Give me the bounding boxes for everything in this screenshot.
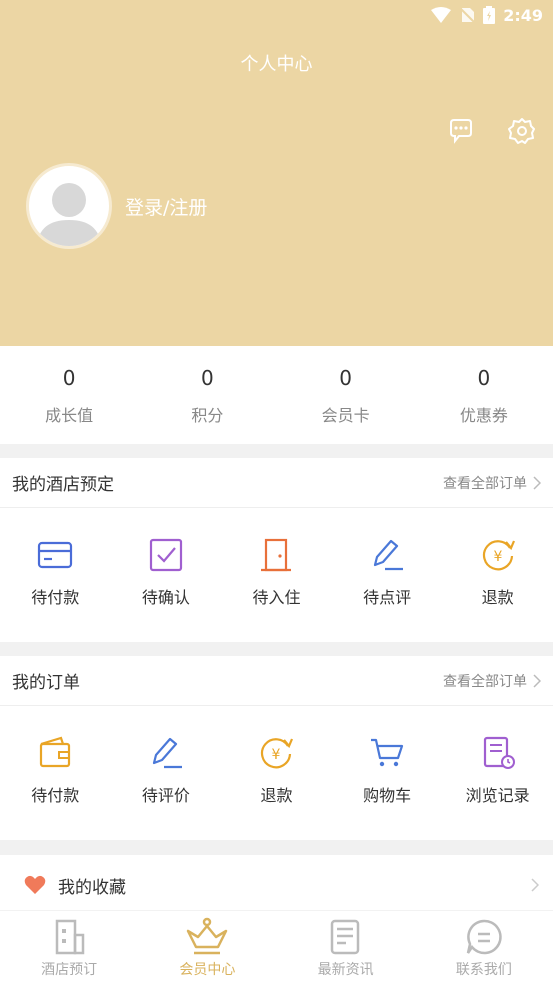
building-icon [55,919,85,955]
grid-label: 退款 [481,588,514,607]
page-title: 个人中心 [240,54,313,75]
grid-label: 退款 [260,786,293,805]
stat-label: 会员卡 [321,406,370,425]
grid-label: 待点评 [363,588,412,607]
hotel-pending-review[interactable]: 待点评 [332,538,443,608]
wallet-icon [40,736,71,768]
status-time: 2:49 [503,5,543,25]
stat-label: 优惠券 [459,406,508,425]
tab-label: 联系我们 [455,962,512,978]
message-icon[interactable] [447,117,475,145]
tab-latest-news[interactable]: 最新资讯 [277,911,415,983]
stat-label: 积分 [191,406,224,425]
tab-label: 酒店预订 [41,962,98,978]
hotel-pending-checkin[interactable]: 待入住 [221,538,332,608]
hotel-pending-confirm[interactable]: 待确认 [111,538,222,608]
login-register-link[interactable]: 登录/注册 [125,193,207,220]
chevron-right-icon [531,878,539,892]
stat-points[interactable]: 0 积分 [138,346,276,444]
bottom-tab-bar: 酒店预订 会员中心 最新资讯 联系我们 [0,910,553,983]
grid-label: 浏览记录 [465,786,530,805]
chevron-right-icon [533,673,541,688]
stat-coupons[interactable]: 0 优惠券 [415,346,553,444]
avatar[interactable] [26,163,112,249]
tab-contact-us[interactable]: 联系我们 [415,911,553,983]
link-label: 查看全部订单 [443,673,527,690]
card-header: 我的订单 查看全部订单 [0,656,553,706]
tab-hotel-booking[interactable]: 酒店预订 [0,911,138,983]
card-title: 我的订单 [12,673,80,693]
chat-icon [466,919,502,955]
stat-growth[interactable]: 0 成长值 [0,346,138,444]
check-icon [149,538,182,572]
link-label: 查看全部订单 [443,475,527,492]
view-all-orders-link[interactable]: 查看全部订单 [443,671,541,691]
svg-text:¥: ¥ [493,549,502,565]
stat-label: 成长值 [45,406,94,425]
my-orders-card: 我的订单 查看全部订单 待付款 待评价 ¥ 退款 购物车 浏览记录 [0,656,553,840]
default-avatar-icon [37,183,101,246]
status-bar: 2:49 [431,4,543,26]
stats-bar: 0 成长值 0 积分 0 会员卡 0 优惠券 [0,346,553,444]
card-icon [38,541,73,569]
door-icon [261,538,292,572]
stat-value: 0 [477,366,491,390]
refund-icon: ¥ [261,738,294,769]
refund-icon: ¥ [482,540,515,571]
card-title: 我的酒店预定 [12,475,114,495]
stat-value: 0 [339,366,352,390]
hotel-refund[interactable]: ¥ 退款 [442,538,553,608]
stat-member-card[interactable]: 0 会员卡 [277,346,415,444]
wifi-icon [431,7,452,23]
order-browse-history[interactable]: 浏览记录 [442,736,553,806]
stat-value: 0 [201,366,214,390]
grid-label: 购物车 [363,786,412,805]
chevron-right-icon [533,475,541,490]
view-all-hotel-orders-link[interactable]: 查看全部订单 [443,473,541,493]
tab-member-center[interactable]: 会员中心 [138,911,276,983]
battery-icon [483,6,496,24]
grid-label: 待评价 [141,786,190,805]
no-sim-icon [459,7,475,23]
grid-label: 待确认 [141,588,190,607]
grid-label: 待付款 [31,786,80,805]
pen-icon [373,539,404,571]
tab-label: 会员中心 [179,962,236,978]
pen-icon [152,737,182,769]
svg-text:¥: ¥ [272,747,281,763]
cart-icon [371,738,404,767]
news-icon [330,919,359,955]
card-header: 我的酒店预定 查看全部订单 [0,458,553,508]
stat-value: 0 [62,366,76,390]
grid-label: 待入住 [252,588,301,607]
history-icon [483,736,515,769]
order-shopping-cart[interactable]: 购物车 [332,736,443,806]
crown-icon [187,917,228,955]
heart-icon [24,875,46,894]
hotel-pending-payment[interactable]: 待付款 [0,538,111,608]
my-favorites-row[interactable]: 我的收藏 [0,855,553,915]
favorites-label: 我的收藏 [58,877,126,898]
settings-gear-icon[interactable] [508,117,536,145]
order-refund[interactable]: ¥ 退款 [221,736,332,806]
hotel-booking-card: 我的酒店预定 查看全部订单 待付款 待确认 待入住 待点评 ¥ 退款 [0,458,553,642]
order-pending-payment[interactable]: 待付款 [0,736,111,806]
tab-label: 最新资讯 [317,962,374,978]
grid-label: 待付款 [31,588,80,607]
profile-header: 2:49 个人中心 登录/注册 [0,0,553,346]
order-pending-review[interactable]: 待评价 [111,736,222,806]
